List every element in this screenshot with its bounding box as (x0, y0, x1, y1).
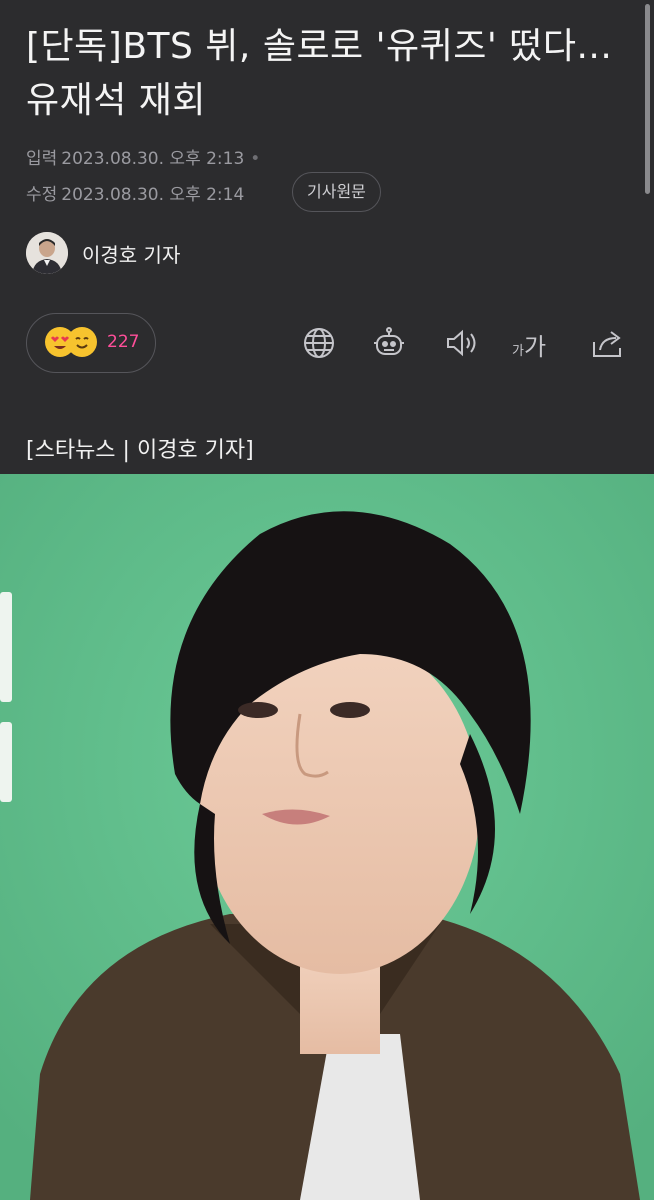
author-name: 이경호 기자 (82, 242, 181, 267)
author-byline[interactable]: 이경호 기자 (26, 232, 180, 274)
reaction-count: 227 (107, 332, 140, 352)
speaker-icon[interactable] (444, 326, 478, 360)
edit-time: 2023.08.30. 오후 2:14 (61, 185, 245, 205)
edit-timestamp: 수정 2023.08.30. 오후 2:14 (26, 180, 244, 205)
input-time: 2023.08.30. 오후 2:13 (61, 149, 245, 169)
globe-icon[interactable] (302, 326, 336, 360)
edit-label: 수정 (26, 185, 58, 205)
separator-dot: • (250, 149, 261, 169)
input-timestamp: 입력 2023.08.30. 오후 2:13 • (26, 144, 260, 169)
font-large-glyph: 가 (523, 333, 547, 361)
article-title: [단독]BTS 뷔, 솔로로 '유퀴즈' 떴다...유재석 재회 (26, 26, 613, 121)
heart-eyes-emoji-icon (45, 327, 75, 357)
robot-icon[interactable] (372, 326, 406, 360)
reaction-button[interactable]: 227 (26, 313, 156, 373)
input-label: 입력 (26, 149, 58, 169)
avatar (26, 232, 68, 274)
original-article-button[interactable]: 기사원문 (292, 172, 381, 212)
font-small-glyph: 가 (512, 344, 524, 359)
scrollbar[interactable] (645, 4, 650, 194)
font-size-icon[interactable]: 가가 (512, 327, 546, 362)
article-source-line: [스타뉴스 | 이경호 기자] (26, 438, 254, 463)
article-photo[interactable] (0, 474, 654, 1200)
share-icon[interactable] (590, 326, 624, 360)
